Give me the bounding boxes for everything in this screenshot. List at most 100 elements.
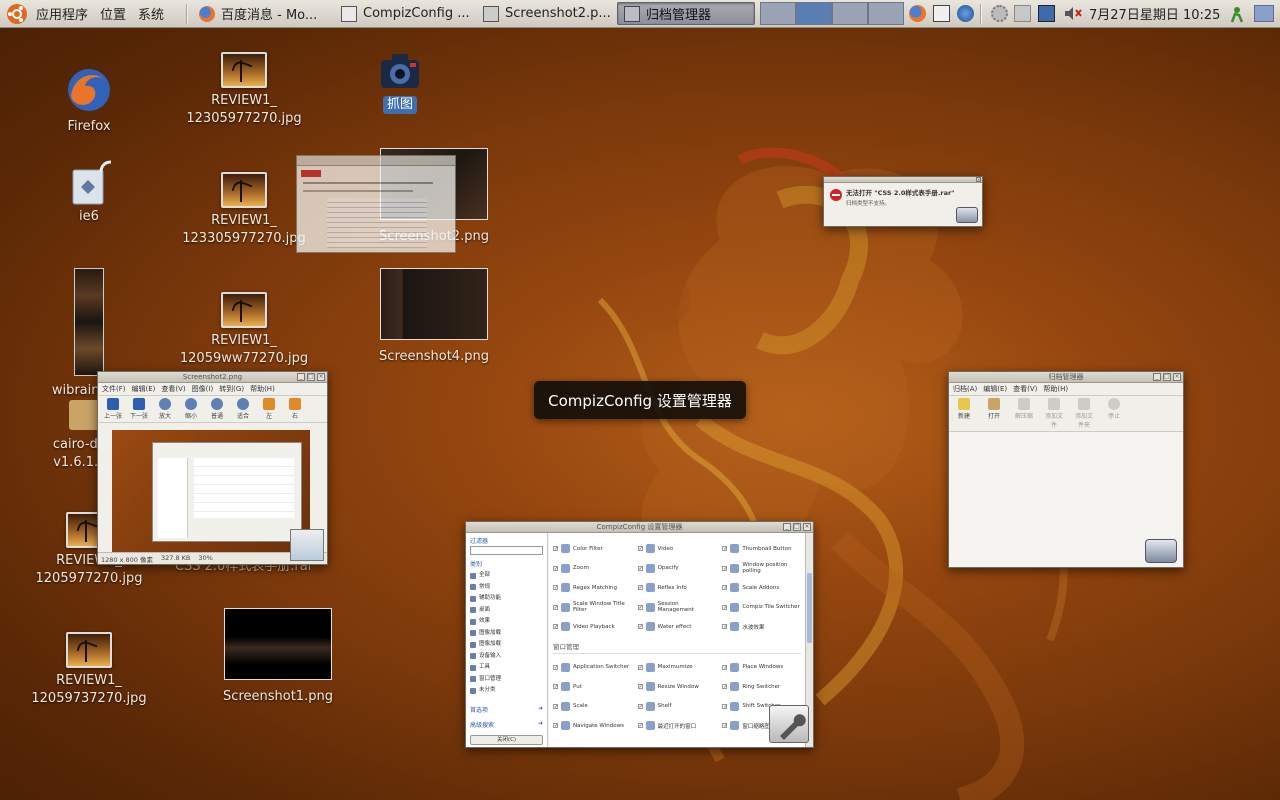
new-button[interactable]: 新建 [953, 398, 975, 429]
category-item[interactable]: 图像加载 [470, 639, 543, 651]
window-titlebar[interactable]: CompizConfig 设置管理器 _ □ × [466, 522, 813, 533]
plugin-item[interactable]: ✓ Reflex Info [637, 578, 717, 598]
user-switch-icon[interactable] [1228, 5, 1246, 23]
plugin-item[interactable]: ✓ Scale [553, 697, 632, 717]
image-canvas[interactable] [112, 430, 310, 552]
plugin-checkbox[interactable]: ✓ [637, 664, 643, 670]
next-button[interactable]: 下一张 [128, 398, 150, 420]
plugin-checkbox[interactable]: ✓ [722, 546, 728, 552]
category-item[interactable]: 效果 [470, 616, 543, 628]
compizconfig-window[interactable]: CompizConfig 设置管理器 _ □ × 过滤器 类别 全部 常规 辅助… [465, 521, 814, 748]
workspace-3[interactable] [832, 2, 868, 25]
workspace-1[interactable] [760, 2, 796, 25]
plugin-checkbox[interactable]: ✓ [637, 604, 643, 610]
plugin-checkbox[interactable]: ✓ [553, 604, 558, 610]
plugin-item[interactable]: ✓ Session Management [637, 598, 717, 618]
maximize-button[interactable]: □ [793, 523, 801, 531]
workspace-2[interactable] [796, 2, 832, 25]
menu-applications[interactable]: 应用程序 [30, 4, 94, 23]
menu-view[interactable]: 查看(V) [1013, 384, 1037, 394]
plugin-item[interactable]: ✓ Put [553, 677, 632, 697]
desktop-icon-capture[interactable]: 抓图 [370, 50, 430, 114]
task-button-compizconfig[interactable]: CompizConfig ... [334, 2, 472, 25]
image-viewer-window[interactable]: Screenshot2.png _ □ × 文件(F) 编辑(E) 查看(V) … [97, 371, 328, 565]
desktop-icon-screenshot1[interactable]: Screenshot1.png [216, 608, 340, 706]
best-fit-button[interactable]: 适合 [232, 398, 254, 420]
category-item[interactable]: 图像加载 [470, 628, 543, 640]
minimize-button[interactable]: _ [783, 523, 791, 531]
plugin-checkbox[interactable]: ✓ [722, 565, 728, 571]
category-item[interactable]: 辅助功能 [470, 593, 543, 605]
plugin-checkbox[interactable]: ✓ [637, 546, 643, 552]
minimize-button[interactable]: _ [297, 373, 305, 381]
menu-archive[interactable]: 归档(A) [953, 384, 977, 394]
plugin-checkbox[interactable]: ✓ [722, 703, 728, 709]
plugin-item[interactable]: ✓ Navigate Windows [553, 716, 632, 736]
plugin-item[interactable]: ✓ Place Windows [722, 658, 801, 678]
volume-muted-icon[interactable] [1063, 5, 1083, 22]
plugin-item[interactable]: ✓ Resize Window [637, 677, 717, 697]
desktop-icon-ie6[interactable]: ie6 [58, 156, 120, 226]
plugin-item[interactable]: ✓ Shelf [637, 697, 717, 717]
filter-input[interactable] [470, 546, 543, 555]
plugin-item[interactable]: ✓ Opacify [637, 559, 717, 579]
close-button[interactable]: × [317, 373, 325, 381]
firefox-launcher-icon[interactable] [909, 5, 926, 22]
desktop-icon-screenshot4[interactable]: Screenshot4.png [374, 268, 494, 366]
error-dialog[interactable]: × 无法打开 "CSS 2.0样式表手册.rar" 归档类型不支持。 [823, 176, 983, 227]
plugin-item[interactable]: ✓ Window position polling [722, 559, 801, 579]
plugin-checkbox[interactable]: ✓ [722, 604, 728, 610]
plugin-checkbox[interactable]: ✓ [553, 565, 558, 571]
advanced-search-link[interactable]: 高级搜索 ➜ [470, 720, 543, 729]
plugin-checkbox[interactable]: ✓ [553, 664, 558, 670]
category-item[interactable]: 工具 [470, 662, 543, 674]
plugin-item[interactable]: ✓ 水波效果 [722, 617, 801, 637]
plugin-checkbox[interactable]: ✓ [553, 703, 558, 709]
plugin-checkbox[interactable]: ✓ [553, 585, 558, 591]
close-button[interactable]: × [976, 177, 981, 182]
ubuntu-logo-icon[interactable] [6, 0, 28, 27]
maximize-button[interactable]: □ [1163, 373, 1171, 381]
rotate-right-button[interactable]: 右 [284, 398, 306, 420]
plugin-checkbox[interactable]: ✓ [722, 723, 728, 729]
keyboard-icon[interactable] [1014, 5, 1031, 22]
close-button[interactable]: × [1173, 373, 1181, 381]
normal-size-button[interactable]: 普通 [206, 398, 228, 420]
plugin-item[interactable]: ✓ Scale Window Title Filter [553, 598, 632, 618]
plugin-checkbox[interactable]: ✓ [637, 624, 643, 630]
screenshot-launcher-icon[interactable] [933, 5, 950, 22]
plugin-checkbox[interactable]: ✓ [637, 585, 643, 591]
category-item[interactable]: 全部 [470, 570, 543, 582]
open-button[interactable]: 打开 [983, 398, 1005, 429]
desktop-icon-review-e[interactable]: REVIEW1_ 12059ww77270.jpg [176, 292, 312, 368]
plugin-item[interactable]: ✓ Color Filter [553, 539, 632, 559]
zoom-out-button[interactable]: 缩小 [180, 398, 202, 420]
network-globe-icon[interactable] [957, 5, 974, 22]
desktop-icon-review-b[interactable]: REVIEW1_ 12059737270.jpg [28, 632, 150, 708]
prev-button[interactable]: 上一张 [102, 398, 124, 420]
category-item[interactable]: 设备输入 [470, 651, 543, 663]
category-item[interactable]: 常规 [470, 582, 543, 594]
zoom-in-button[interactable]: 放大 [154, 398, 176, 420]
scrollbar-thumb[interactable] [807, 573, 812, 643]
add-files-button[interactable]: 添加文件 [1043, 398, 1065, 429]
plugin-item[interactable]: ✓ 最近打开的窗口 [637, 716, 717, 736]
task-button-baidu[interactable]: 百度消息 - Mo... [192, 2, 330, 25]
archive-manager-window[interactable]: 归档管理器 _ □ × 归档(A) 编辑(E) 查看(V) 帮助(H) 新建 打… [948, 371, 1184, 568]
menu-edit[interactable]: 编辑(E) [132, 384, 156, 394]
desktop-icon-review-c[interactable]: REVIEW1_ 12305977270.jpg [182, 52, 306, 128]
menu-system[interactable]: 系统 [132, 4, 170, 23]
menu-help[interactable]: 帮助(H) [250, 384, 275, 394]
show-desktop-icon[interactable] [1254, 5, 1274, 22]
gear-icon[interactable] [991, 5, 1008, 22]
close-dialog-button[interactable]: 关闭(C) [470, 734, 543, 745]
plugin-checkbox[interactable]: ✓ [637, 684, 643, 690]
workspace-4[interactable] [868, 2, 904, 25]
menu-help[interactable]: 帮助(H) [1043, 384, 1068, 394]
plugin-checkbox[interactable]: ✓ [553, 723, 558, 729]
network-monitor-icon[interactable] [1038, 5, 1055, 22]
task-button-screenshot2[interactable]: Screenshot2.p... [476, 2, 614, 25]
extract-button[interactable]: 解压缩 [1013, 398, 1035, 429]
plugin-checkbox[interactable]: ✓ [637, 565, 643, 571]
minimize-button[interactable]: _ [1153, 373, 1161, 381]
